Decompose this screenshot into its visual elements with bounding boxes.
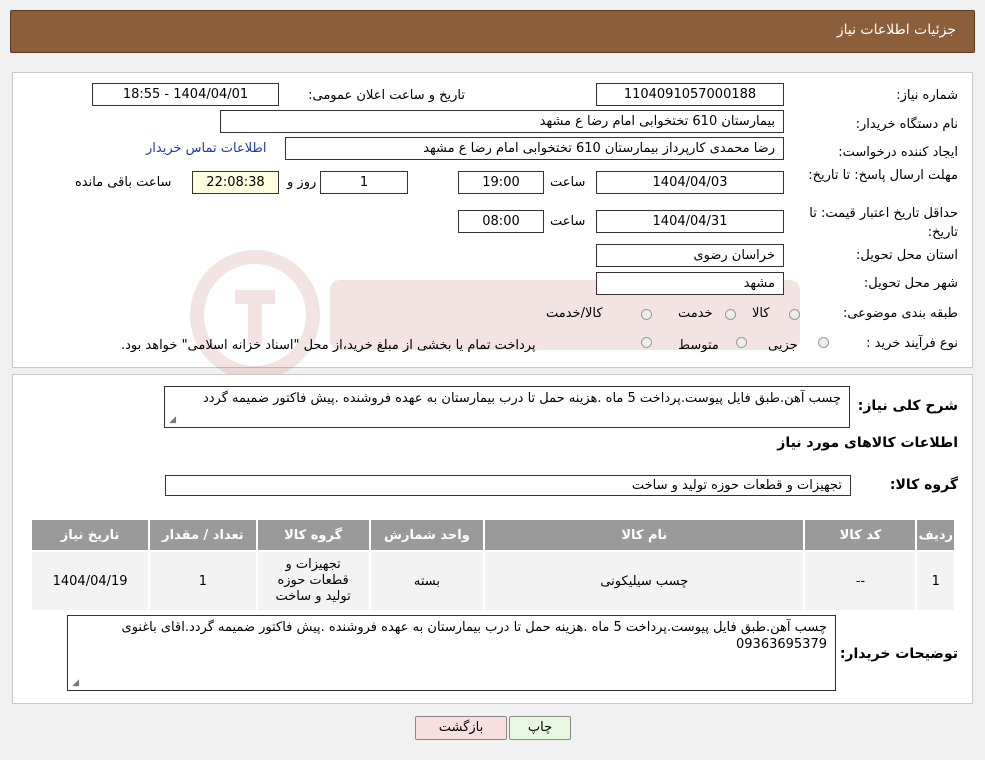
process-radio-medium[interactable] (736, 337, 747, 348)
validity-time-label: ساعت (550, 214, 586, 229)
buyer-notes-label: توضیحات خریدار: (839, 646, 958, 662)
need-number-field: 1104091057000188 (596, 83, 784, 106)
col-code-header: کد کالا (803, 518, 918, 552)
col-row-header: ردیف (915, 518, 956, 552)
category-radio-goods[interactable] (789, 309, 800, 320)
items-table: ردیف کد کالا نام کالا واحد شمارش گروه کا… (29, 518, 956, 612)
back-button[interactable]: بازگشت (415, 716, 507, 740)
page-header: جزئيات اطلاعات نياز (10, 10, 975, 53)
validity-label: حداقل تاریخ اعتبار قیمت: تا تاریخ: (809, 206, 958, 240)
deadline-time-field: 19:00 (458, 171, 544, 194)
buyer-notes-text: چسب آهن.طبق فایل پیوست.پرداخت 5 ماه .هزی… (121, 620, 827, 652)
cell-date: 1404/04/19 (29, 550, 151, 612)
cell-row: 1 (915, 550, 956, 612)
group-label: گروه کالا: (889, 477, 958, 493)
cell-qty: 1 (148, 550, 258, 612)
print-button[interactable]: چاپ (509, 716, 571, 740)
deadline-time-label: ساعت (550, 175, 586, 190)
city-field: مشهد (596, 272, 784, 295)
deadline-label: مهلت ارسال پاسخ: تا تاریخ: (808, 168, 958, 183)
city-label: شهر محل تحویل: (863, 276, 958, 291)
buyer-label: نام دستگاه خریدار: (855, 117, 958, 132)
cell-group: تجهیزات و قطعات حوزه تولید و ساخت (255, 550, 371, 612)
need-number-label: شماره نیاز: (896, 88, 958, 103)
process-label: نوع فرآیند خرید : (866, 336, 958, 351)
buyer-notes-textarea[interactable]: چسب آهن.طبق فایل پیوست.پرداخت 5 ماه .هزی… (67, 615, 836, 691)
col-date-header: تاریخ نیاز (29, 518, 151, 552)
summary-text: چسب آهن.طبق فایل پیوست.پرداخت 5 ماه .هزی… (202, 391, 841, 406)
summary-label: شرح کلی نیاز: (857, 398, 958, 414)
watermark-logo (190, 250, 800, 380)
buyer-contact-link[interactable]: اطلاعات تماس خریدار (146, 141, 266, 156)
announce-label: تاریخ و ساعت اعلان عمومی: (308, 88, 465, 103)
category-option-goods: کالا (752, 306, 770, 321)
resize-grip-icon[interactable]: ◢ (71, 679, 79, 688)
validity-time-field: 08:00 (458, 210, 544, 233)
treasury-checkbox[interactable] (641, 337, 652, 348)
category-option-service: خدمت (678, 306, 713, 321)
col-name-header: نام کالا (483, 518, 806, 552)
cell-name: چسب سیلیکونی (483, 550, 806, 612)
resize-grip-icon[interactable]: ◢ (168, 416, 176, 425)
announce-datetime-field: 1404/04/01 - 18:55 (92, 83, 279, 106)
table-row: 1 -- چسب سیلیکونی بسته تجهیزات و قطعات ح… (29, 550, 956, 612)
buyer-field: بیمارستان 610 تختخوابی امام رضا ع مشهد (220, 110, 784, 133)
days-field: 1 (320, 171, 408, 194)
category-radio-service[interactable] (725, 309, 736, 320)
process-option-medium: متوسط (678, 338, 719, 353)
province-field: خراسان رضوی (596, 244, 784, 267)
cell-unit: بسته (368, 550, 486, 612)
remaining-label: ساعت باقی مانده (75, 175, 172, 190)
days-label: روز و (287, 175, 317, 190)
category-option-goods-service: کالا/خدمت (546, 306, 603, 321)
col-qty-header: تعداد / مقدار (148, 518, 258, 552)
col-group-header: گروه کالا (255, 518, 371, 552)
remaining-time-field: 22:08:38 (192, 171, 279, 194)
process-option-minor: جزیی (768, 338, 798, 353)
items-table-header-row: ردیف کد کالا نام کالا واحد شمارش گروه کا… (29, 518, 956, 552)
group-field: تجهیزات و قطعات حوزه تولید و ساخت (165, 475, 851, 496)
process-note: پرداخت تمام یا بخشی از مبلغ خرید،از محل … (121, 338, 536, 353)
goods-section-title: اطلاعات کالاهای مورد نیاز (777, 435, 958, 451)
category-radio-goods-service[interactable] (641, 309, 652, 320)
page-title: جزئيات اطلاعات نياز (836, 22, 956, 38)
cell-code: -- (803, 550, 918, 612)
deadline-date-field: 1404/04/03 (596, 171, 784, 194)
creator-field: رضا محمدی کارپرداز بیمارستان 610 تختخواب… (285, 137, 784, 160)
process-radio-minor[interactable] (818, 337, 829, 348)
province-label: استان محل تحویل: (856, 248, 958, 263)
category-label: طبقه بندی موضوعی: (842, 306, 958, 321)
summary-textarea[interactable]: چسب آهن.طبق فایل پیوست.پرداخت 5 ماه .هزی… (164, 386, 850, 428)
validity-date-field: 1404/04/31 (596, 210, 784, 233)
creator-label: ایجاد کننده درخواست: (838, 145, 958, 160)
col-unit-header: واحد شمارش (368, 518, 486, 552)
